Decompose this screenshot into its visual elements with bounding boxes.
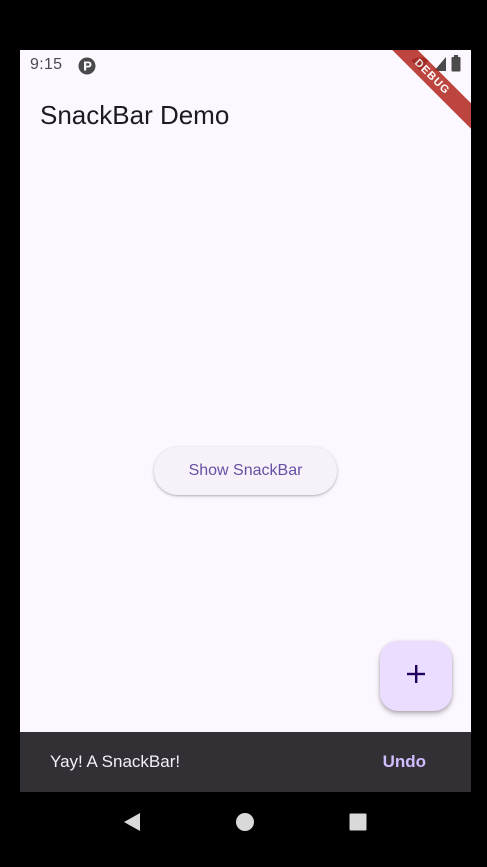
page-title: SnackBar Demo: [40, 100, 230, 130]
device-frame: 9:15 DEBUG SnackBar Demo Show SnackBar Y…: [0, 0, 487, 867]
snackbar: Yay! A SnackBar! Undo: [20, 732, 471, 792]
undo-button[interactable]: Undo: [383, 752, 426, 772]
status-time: 9:15: [30, 56, 63, 73]
status-bar: 9:15 DEBUG: [20, 50, 471, 137]
system-nav-bar: [20, 792, 471, 852]
show-snackbar-button[interactable]: Show SnackBar: [154, 447, 337, 495]
plus-icon: [405, 663, 427, 690]
add-fab-button[interactable]: [380, 641, 452, 711]
notification-app-icon: [78, 57, 96, 75]
battery-icon: [451, 55, 461, 77]
app-bar: SnackBar Demo: [20, 82, 471, 146]
home-icon[interactable]: [233, 810, 257, 834]
snackbar-message: Yay! A SnackBar!: [50, 752, 181, 771]
back-icon[interactable]: [120, 810, 144, 834]
app-screen: 9:15 DEBUG SnackBar Demo Show SnackBar Y…: [20, 50, 471, 792]
recents-icon[interactable]: [346, 810, 370, 834]
